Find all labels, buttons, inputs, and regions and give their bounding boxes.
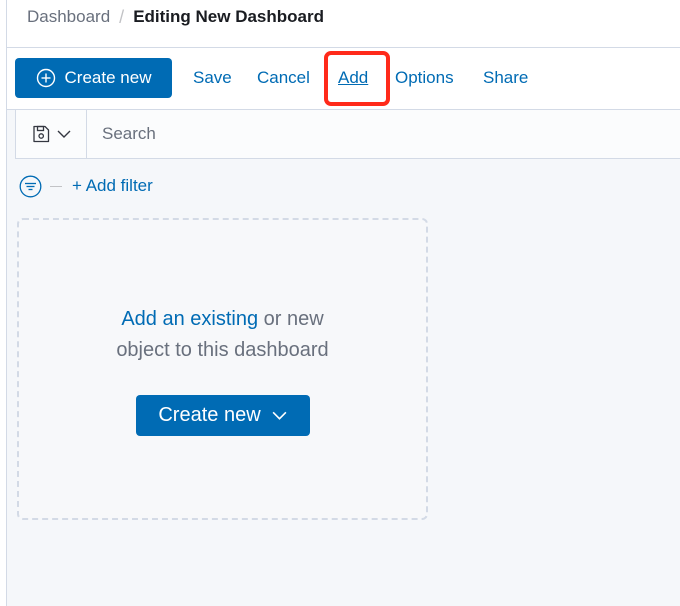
saved-query-menu-button[interactable] bbox=[16, 110, 87, 158]
header-bar: Dashboard / Editing New Dashboard bbox=[7, 0, 680, 48]
chevron-down-icon bbox=[57, 130, 70, 138]
left-edge-strip bbox=[0, 0, 7, 606]
create-new-dropdown-button[interactable]: Create new bbox=[136, 395, 310, 436]
add-highlight-box bbox=[324, 51, 390, 106]
share-link[interactable]: Share bbox=[483, 68, 528, 88]
empty-dashboard-message: Add an existing or new object to this da… bbox=[19, 304, 426, 366]
empty-text-line2: object to this dashboard bbox=[116, 339, 329, 361]
filter-divider bbox=[50, 185, 62, 187]
create-new-label: Create new bbox=[64, 68, 152, 87]
save-link[interactable]: Save bbox=[193, 68, 232, 88]
search-input[interactable] bbox=[87, 110, 680, 158]
create-new-button[interactable]: Create new bbox=[15, 58, 172, 98]
cancel-link[interactable]: Cancel bbox=[257, 68, 310, 88]
empty-text-after-link: or new bbox=[258, 308, 324, 330]
breadcrumb-dashboard[interactable]: Dashboard bbox=[27, 7, 110, 27]
filter-icon[interactable] bbox=[19, 175, 42, 198]
breadcrumb-current: Editing New Dashboard bbox=[133, 7, 324, 26]
empty-dashboard-panel: Add an existing or new object to this da… bbox=[17, 218, 428, 520]
options-link[interactable]: Options bbox=[395, 68, 454, 88]
filter-bar: + Add filter bbox=[19, 174, 153, 198]
add-filter-button[interactable]: + Add filter bbox=[72, 176, 153, 196]
plus-circle-icon bbox=[36, 68, 55, 88]
query-bar bbox=[15, 109, 680, 159]
breadcrumb: Dashboard / Editing New Dashboard bbox=[27, 7, 324, 27]
breadcrumb-separator: / bbox=[119, 7, 125, 27]
add-existing-link[interactable]: Add an existing bbox=[121, 308, 258, 330]
create-new-dropdown-label: Create new bbox=[158, 404, 261, 426]
chevron-down-icon bbox=[272, 411, 287, 420]
save-icon bbox=[32, 125, 49, 143]
